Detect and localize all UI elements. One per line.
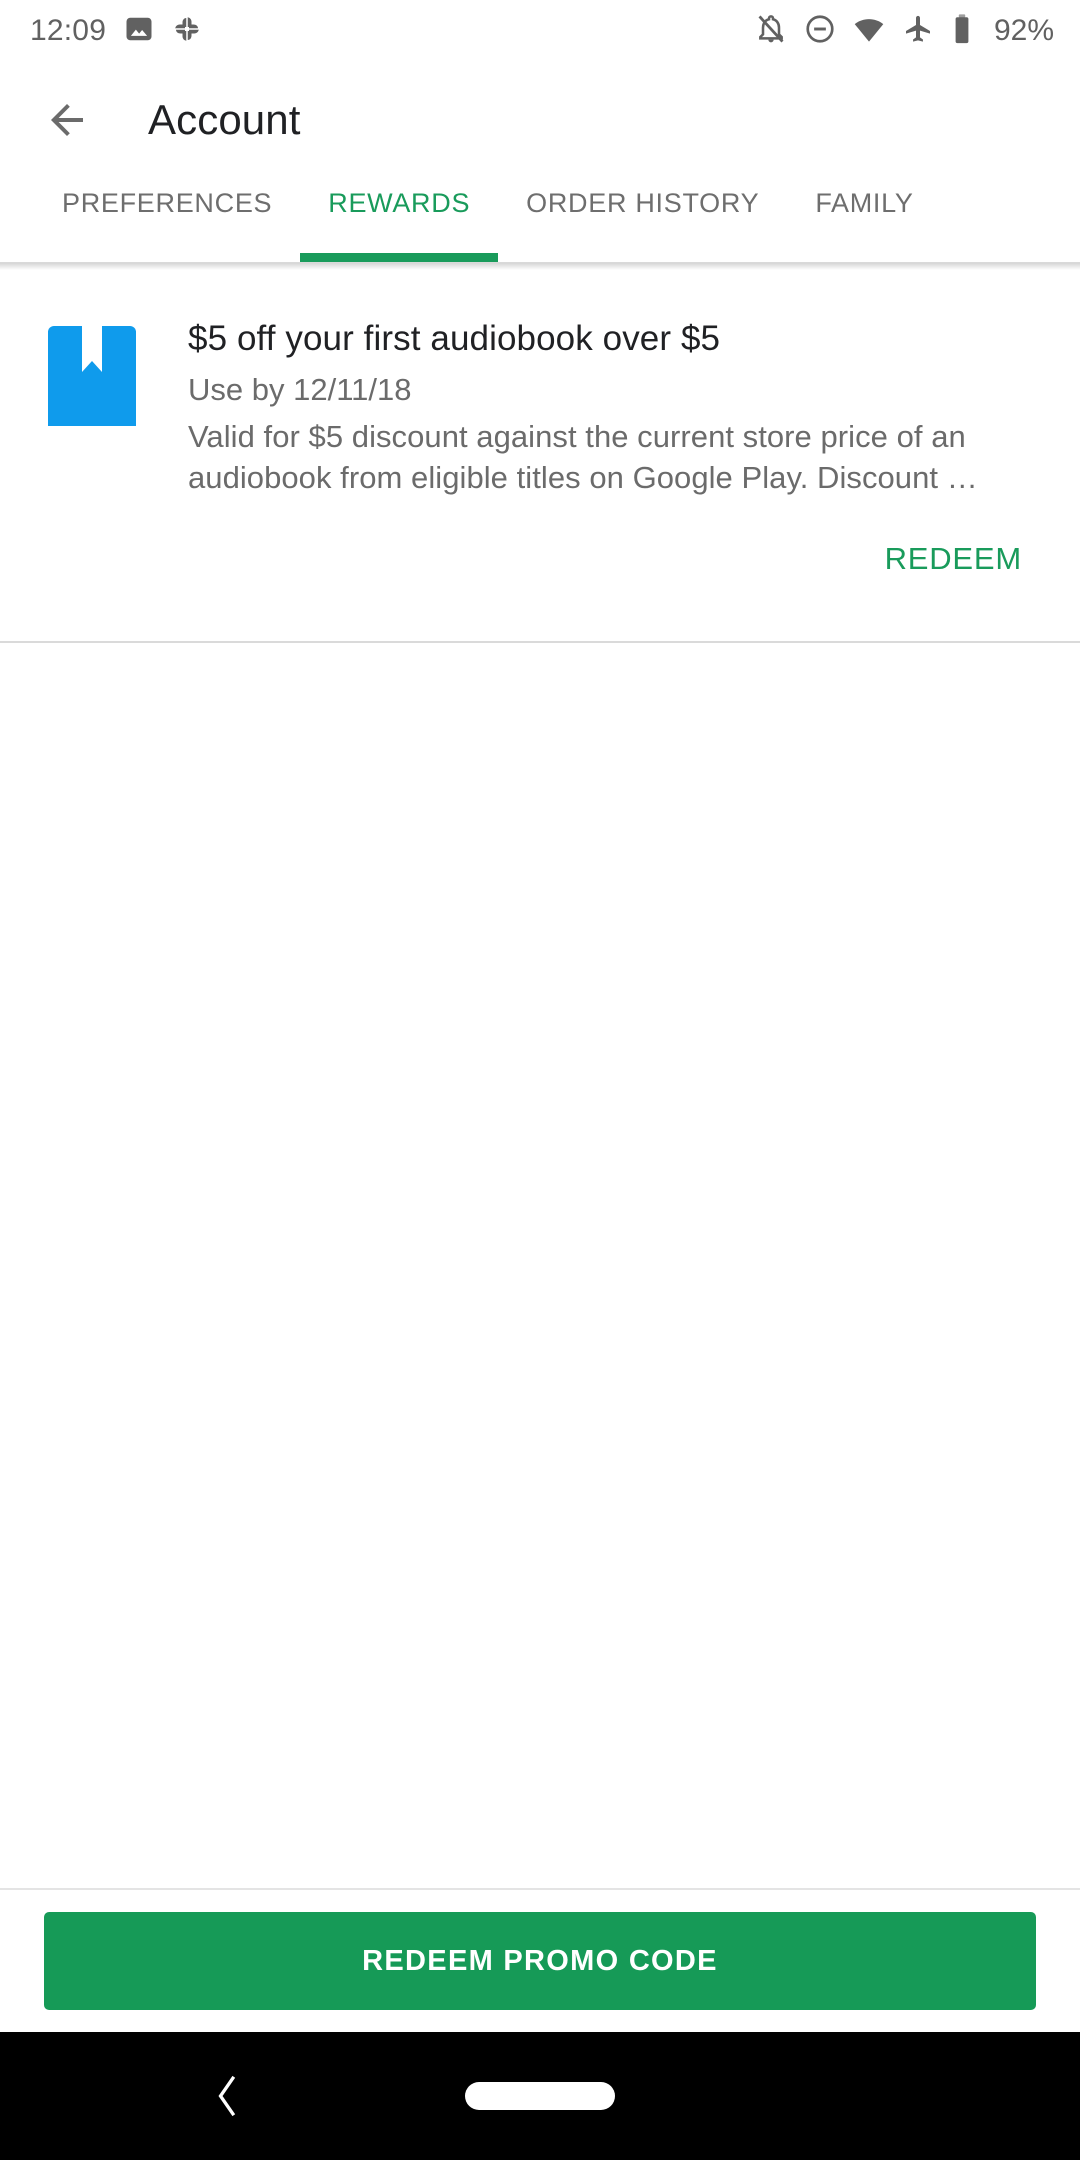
- tab-order-history[interactable]: ORDER HISTORY: [498, 178, 787, 262]
- page-title: Account: [148, 96, 301, 143]
- tab-bar-shadow: [0, 262, 1080, 270]
- tab-preferences[interactable]: PREFERENCES: [34, 178, 300, 262]
- status-bar: 12:09 92%: [0, 0, 1080, 62]
- back-arrow-icon[interactable]: [36, 89, 98, 151]
- status-bar-right: 92%: [755, 13, 1054, 50]
- tab-label: FAMILY: [815, 188, 914, 218]
- redeem-button[interactable]: REDEEM: [871, 531, 1036, 587]
- reward-expiry: Use by 12/11/18: [188, 372, 412, 408]
- photo-icon: [124, 14, 154, 49]
- tab-label: REWARDS: [328, 188, 471, 218]
- wifi-icon: [853, 13, 885, 50]
- reward-card-actions: REDEEM: [0, 499, 1080, 587]
- status-bar-clock: 12:09: [30, 14, 107, 47]
- bottom-action-bar: REDEEM PROMO CODE: [0, 1890, 1080, 2032]
- app-screen: 12:09 92% Account PREFERENCES REWARDS OR…: [0, 0, 1080, 2160]
- tab-rewards[interactable]: REWARDS: [300, 178, 499, 262]
- book-bookmark-icon: [48, 326, 136, 426]
- do-not-disturb-icon: [804, 13, 836, 50]
- tab-family[interactable]: FAMILY: [787, 178, 941, 262]
- tab-label: ORDER HISTORY: [526, 188, 760, 218]
- tab-indicator: [34, 253, 300, 262]
- airplane-mode-icon: [902, 13, 934, 50]
- reward-card-main: $5 off your first audiobook over $5 Use …: [0, 270, 1080, 500]
- tab-bar: PREFERENCES REWARDS ORDER HISTORY FAMILY: [0, 178, 1080, 262]
- redeem-promo-code-button[interactable]: REDEEM PROMO CODE: [44, 1912, 1036, 2010]
- status-bar-left: 12:09: [30, 14, 202, 49]
- google-photos-pinwheel-icon: [172, 14, 202, 49]
- nav-back-chevron-icon[interactable]: [198, 2068, 254, 2124]
- reward-card[interactable]: $5 off your first audiobook over $5 Use …: [0, 270, 1080, 644]
- reward-title: $5 off your first audiobook over $5: [188, 319, 721, 358]
- tab-indicator: [787, 253, 941, 262]
- empty-space: [0, 643, 1080, 1888]
- tab-indicator: [498, 253, 787, 262]
- tab-label: PREFERENCES: [62, 188, 273, 218]
- reward-card-text: $5 off your first audiobook over $5 Use …: [136, 318, 1036, 499]
- system-navigation-bar: [0, 2032, 1080, 2160]
- rewards-list: $5 off your first audiobook over $5 Use …: [0, 270, 1080, 1888]
- notifications-off-icon: [755, 13, 787, 50]
- tab-indicator-active: [300, 253, 499, 262]
- battery-icon: [951, 13, 973, 50]
- app-bar: Account: [0, 62, 1080, 178]
- battery-percent-label: 92%: [993, 14, 1054, 47]
- nav-home-pill-icon[interactable]: [465, 2082, 615, 2110]
- reward-description: Valid for $5 discount against the curren…: [188, 419, 978, 496]
